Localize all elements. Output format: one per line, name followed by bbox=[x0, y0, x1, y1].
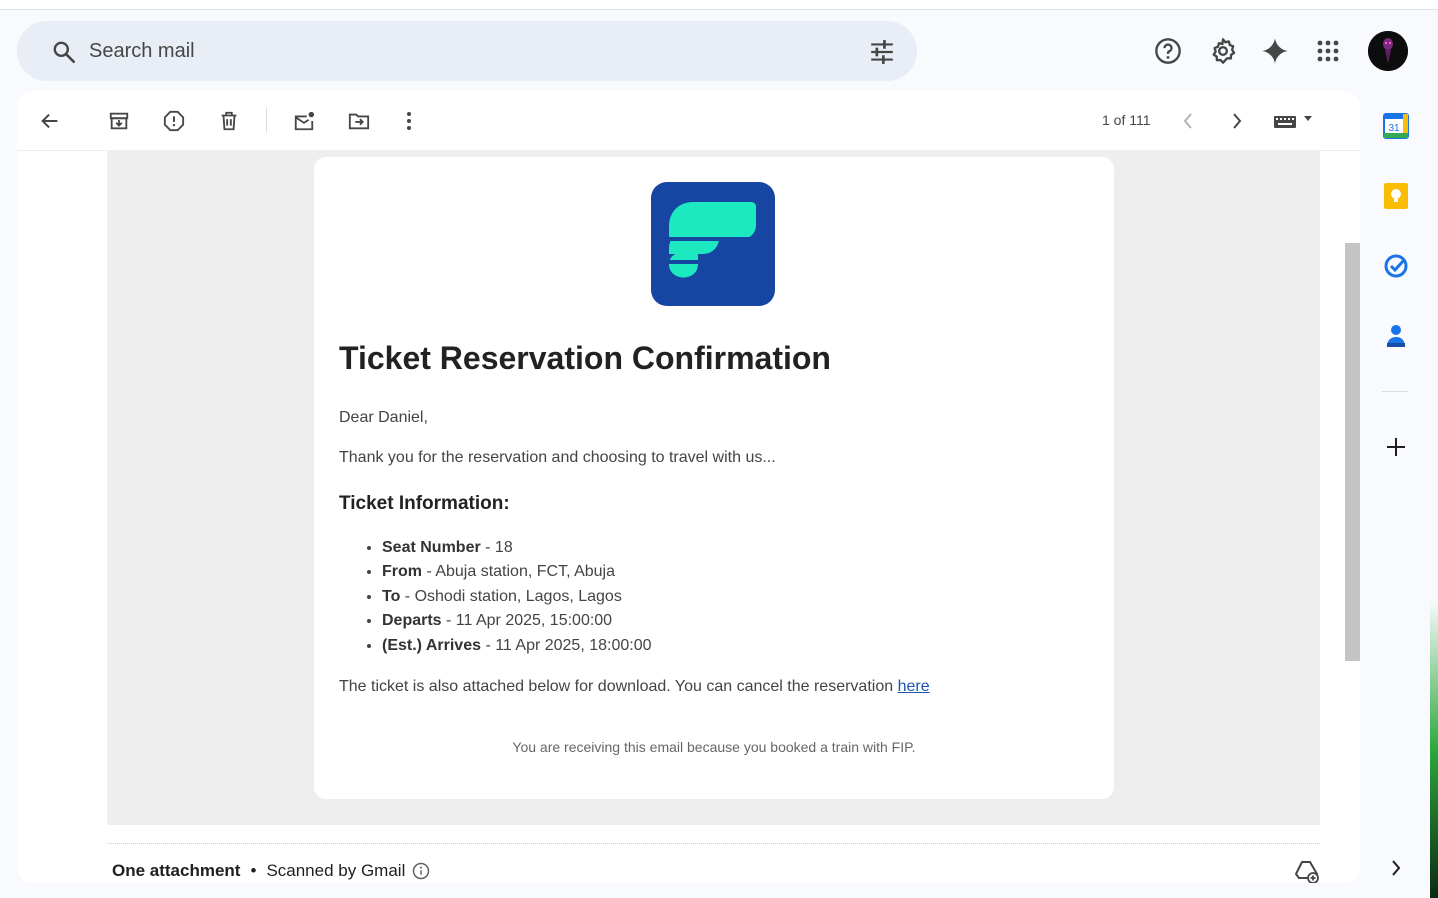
help-icon[interactable] bbox=[1151, 34, 1185, 68]
detail-value: - 18 bbox=[480, 539, 513, 556]
keyboard-icon[interactable] bbox=[1271, 107, 1317, 135]
calendar-day: 31 bbox=[1388, 123, 1400, 134]
add-icon[interactable] bbox=[1381, 432, 1411, 462]
detail-value: - Abuja station, FCT, Abuja bbox=[422, 563, 615, 581]
newer-icon[interactable] bbox=[1174, 107, 1202, 135]
list-item: To - Oshodi station, Lagos, Lagos bbox=[382, 588, 652, 612]
ticket-details-list: Seat Number - 18 From - Abuja station, F… bbox=[382, 539, 652, 661]
list-item: Seat Number - 18 bbox=[382, 539, 652, 563]
scrollbar-thumb[interactable] bbox=[1345, 243, 1360, 661]
older-icon[interactable] bbox=[1223, 107, 1251, 135]
cancel-reservation-link[interactable]: here bbox=[898, 678, 930, 695]
intro-text: Thank you for the reservation and choosi… bbox=[339, 449, 776, 466]
email-toolbar: 1 of 111 bbox=[17, 91, 1360, 151]
gemini-sparkle-icon[interactable] bbox=[1258, 34, 1292, 68]
archive-icon[interactable] bbox=[105, 107, 133, 135]
add-to-drive-icon[interactable] bbox=[1294, 859, 1320, 883]
attachment-count: One attachment bbox=[112, 861, 241, 880]
email-card: Ticket Reservation Confirmation Dear Dan… bbox=[314, 157, 1114, 799]
download-note: The ticket is also attached below for do… bbox=[339, 678, 930, 696]
keep-icon[interactable] bbox=[1381, 181, 1411, 211]
detail-label: To bbox=[382, 587, 401, 605]
separator-dot: • bbox=[250, 861, 257, 880]
expand-icon[interactable] bbox=[1381, 853, 1411, 883]
detail-label: From bbox=[382, 563, 422, 581]
calendar-icon[interactable]: 31 bbox=[1381, 111, 1411, 141]
tasks-icon[interactable] bbox=[1381, 251, 1411, 281]
search-bar[interactable]: Search mail bbox=[17, 21, 917, 81]
section-heading: Ticket Information: bbox=[339, 493, 510, 514]
more-icon[interactable] bbox=[395, 107, 423, 135]
account-avatar[interactable] bbox=[1368, 31, 1408, 71]
email-panel: 1 of 111 Ticket Reservation Confirmation… bbox=[17, 91, 1360, 883]
report-spam-icon[interactable] bbox=[160, 107, 188, 135]
info-icon[interactable] bbox=[412, 862, 430, 880]
back-icon[interactable] bbox=[36, 107, 64, 135]
contacts-icon[interactable] bbox=[1381, 321, 1411, 351]
detail-label: Departs bbox=[382, 612, 442, 630]
move-to-icon[interactable] bbox=[345, 107, 373, 135]
attachment-divider bbox=[107, 843, 1320, 844]
toolbar-divider bbox=[266, 107, 267, 133]
detail-value: - 11 Apr 2025, 18:00:00 bbox=[481, 636, 652, 654]
desktop-edge bbox=[1430, 600, 1438, 898]
mark-unread-icon[interactable] bbox=[290, 107, 318, 135]
scan-status: Scanned by Gmail bbox=[266, 861, 406, 880]
settings-gear-icon[interactable] bbox=[1206, 34, 1240, 68]
list-item: From - Abuja station, FCT, Abuja bbox=[382, 563, 652, 587]
detail-label: (Est.) Arrives bbox=[382, 636, 481, 654]
detail-value: - Oshodi station, Lagos, Lagos bbox=[400, 587, 622, 605]
browser-top-edge bbox=[0, 0, 1438, 10]
greeting: Dear Daniel, bbox=[339, 409, 428, 426]
apps-grid-icon[interactable] bbox=[1311, 34, 1345, 68]
fip-logo bbox=[651, 182, 775, 306]
list-item: (Est.) Arrives - 11 Apr 2025, 18:00:00 bbox=[382, 637, 652, 661]
search-options-icon[interactable] bbox=[869, 39, 895, 65]
attachment-summary: One attachment • Scanned by Gmail bbox=[112, 861, 430, 881]
search-icon[interactable] bbox=[51, 39, 77, 65]
side-panel-divider bbox=[1382, 391, 1408, 392]
detail-label: Seat Number bbox=[382, 539, 481, 556]
list-item: Departs - 11 Apr 2025, 15:00:00 bbox=[382, 612, 652, 636]
detail-value: - 11 Apr 2025, 15:00:00 bbox=[441, 612, 613, 630]
message-count: 1 of 111 bbox=[1102, 112, 1151, 128]
email-title: Ticket Reservation Confirmation bbox=[339, 340, 831, 376]
delete-icon[interactable] bbox=[215, 107, 243, 135]
email-footer: You are receiving this email because you… bbox=[512, 739, 916, 755]
download-text: The ticket is also attached below for do… bbox=[339, 678, 898, 695]
search-input[interactable]: Search mail bbox=[89, 40, 195, 63]
